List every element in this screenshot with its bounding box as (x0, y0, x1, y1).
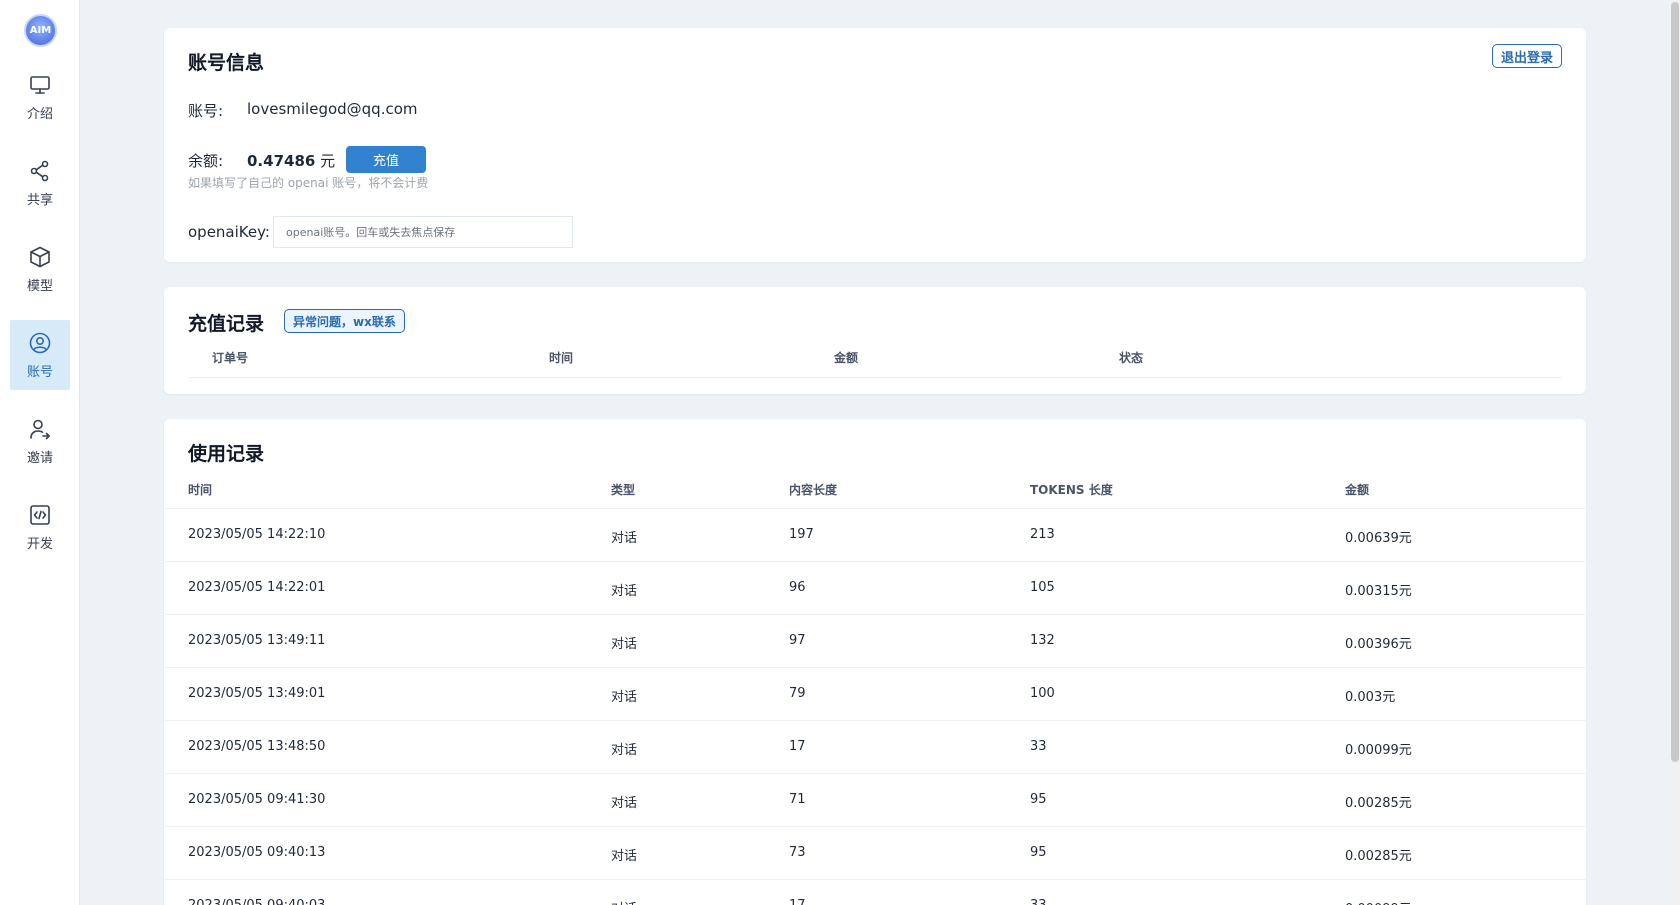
sidebar-item-label: 邀请 (26, 450, 53, 466)
table-row: 2023/05/05 13:48:50 对话 17 33 0.00099元 (164, 720, 1586, 773)
monitor-icon (30, 75, 50, 94)
column-header: 时间 (549, 351, 574, 365)
table-cell: 96 (789, 580, 806, 595)
table-cell: 0.00285元 (1345, 796, 1412, 811)
table-cell: 0.00099元 (1345, 743, 1412, 758)
sidebar-item-label: 共享 (26, 192, 53, 208)
table-row: 2023/05/05 13:49:11 对话 97 132 0.00396元 (164, 614, 1586, 667)
table-row: 2023/05/05 14:22:10 对话 197 213 0.00639元 (164, 508, 1586, 561)
table-row: 2023/05/05 09:41:30 对话 71 95 0.00285元 (164, 773, 1586, 826)
user-circle-icon (29, 332, 51, 353)
account-info-title: 账号信息 (188, 52, 265, 74)
usage-records-title: 使用记录 (188, 443, 265, 465)
table-cell: 17 (789, 898, 806, 905)
recharge-records-card: 充值记录 异常问题，wx联系 订单号 时间 金额 状态 (164, 287, 1586, 394)
table-cell: 2023/05/05 13:48:50 (188, 739, 326, 754)
sidebar-item-label: 介绍 (26, 106, 53, 122)
table-cell: 100 (1030, 686, 1055, 701)
account-label: 账号: (188, 102, 224, 120)
sidebar-item-share[interactable]: 共享 (10, 148, 70, 218)
table-cell: 对话 (611, 743, 638, 758)
table-cell: 2023/05/05 09:41:30 (188, 792, 326, 807)
share-icon (30, 160, 49, 181)
table-row: 2023/05/05 14:22:01 对话 96 105 0.00315元 (164, 561, 1586, 614)
column-header: 类型 (611, 483, 636, 497)
table-cell: 对话 (611, 637, 638, 652)
column-header: 金额 (1345, 483, 1370, 497)
table-cell: 73 (789, 845, 806, 860)
table-cell: 2023/05/05 13:49:11 (188, 633, 326, 648)
table-cell: 0.00639元 (1345, 531, 1412, 546)
recharge-records-title: 充值记录 (188, 313, 265, 335)
table-cell: 79 (789, 686, 806, 701)
sidebar-item-account[interactable]: 账号 (10, 320, 70, 390)
table-row: 2023/05/05 09:40:13 对话 73 95 0.00285元 (164, 826, 1586, 879)
table-cell: 2023/05/05 14:22:10 (188, 527, 326, 542)
table-cell: 0.00099元 (1345, 898, 1412, 905)
scrollbar-thumb[interactable] (1671, 2, 1679, 762)
column-header: 时间 (188, 483, 213, 497)
table-cell: 对话 (611, 690, 638, 705)
table-cell: 213 (1030, 527, 1055, 542)
sidebar: AIM 介绍 共享 模型 账号 邀请 开发 (0, 0, 80, 905)
billing-hint: 如果填写了自己的 openai 账号，将不会计费 (188, 176, 429, 190)
code-icon (30, 504, 50, 525)
table-cell: 0.003元 (1345, 690, 1396, 705)
table-cell: 33 (1030, 898, 1047, 905)
table-cell: 17 (789, 739, 806, 754)
sidebar-item-model[interactable]: 模型 (10, 234, 70, 304)
table-cell: 95 (1030, 845, 1047, 860)
contact-wx-button[interactable]: 异常问题，wx联系 (284, 309, 405, 333)
usage-records-card: 使用记录 时间 类型 内容长度 TOKENS 长度 金额 2023/05/05 … (164, 419, 1586, 905)
table-cell: 对话 (611, 849, 638, 864)
table-cell: 对话 (611, 531, 638, 546)
account-info-card: 账号信息 退出登录 账号: lovesmilegod@qq.com 余额: 0.… (164, 28, 1586, 262)
openai-key-label: openaiKey: (188, 223, 270, 241)
sidebar-item-label: 模型 (26, 278, 53, 294)
table-cell: 71 (789, 792, 806, 807)
table-cell: 97 (789, 633, 806, 648)
sidebar-item-invite[interactable]: 邀请 (10, 406, 70, 476)
column-header: TOKENS 长度 (1030, 483, 1113, 497)
table-cell: 0.00315元 (1345, 584, 1412, 599)
sidebar-item-dev[interactable]: 开发 (10, 492, 70, 562)
openai-key-input[interactable] (273, 216, 573, 248)
table-cell: 2023/05/05 13:49:01 (188, 686, 326, 701)
scrollbar[interactable] (1670, 0, 1680, 905)
table-cell: 2023/05/05 09:40:03 (188, 898, 325, 905)
table-cell: 33 (1030, 739, 1047, 754)
table-cell: 197 (789, 527, 814, 542)
column-header: 状态 (1119, 351, 1144, 365)
table-cell: 2023/05/05 09:40:13 (188, 845, 326, 860)
table-row: 2023/05/05 09:40:03 对话 17 33 0.00099元 (164, 879, 1586, 905)
sidebar-item-label: 开发 (26, 536, 53, 552)
table-cell: 105 (1030, 580, 1055, 595)
table-cell: 对话 (611, 584, 638, 599)
balance-display: 0.47486 元 (247, 150, 335, 171)
logout-button[interactable]: 退出登录 (1491, 44, 1562, 68)
table-cell: 95 (1030, 792, 1047, 807)
account-value: lovesmilegod@qq.com (247, 100, 418, 118)
app-logo[interactable]: AIM (24, 14, 57, 47)
table-cell: 0.00396元 (1345, 637, 1412, 652)
recharge-button[interactable]: 充值 (346, 146, 426, 173)
table-cell: 0.00285元 (1345, 849, 1412, 864)
balance-value: 0.47486 (247, 152, 316, 170)
user-arrow-icon (30, 419, 50, 439)
sidebar-item-label: 账号 (26, 364, 53, 380)
column-header: 内容长度 (789, 483, 838, 497)
balance-label: 余额: (188, 152, 224, 170)
table-cell: 对话 (611, 796, 638, 811)
table-cell: 2023/05/05 14:22:01 (188, 580, 326, 595)
sidebar-item-intro[interactable]: 介绍 (10, 62, 70, 132)
table-cell: 132 (1030, 633, 1055, 648)
column-header: 订单号 (212, 351, 249, 365)
column-header: 金额 (834, 351, 859, 365)
table-cell: 对话 (611, 898, 637, 905)
table-row: 2023/05/05 13:49:01 对话 79 100 0.003元 (164, 667, 1586, 720)
balance-unit: 元 (320, 152, 336, 170)
cube-icon (30, 246, 50, 267)
table-divider (188, 377, 1562, 378)
